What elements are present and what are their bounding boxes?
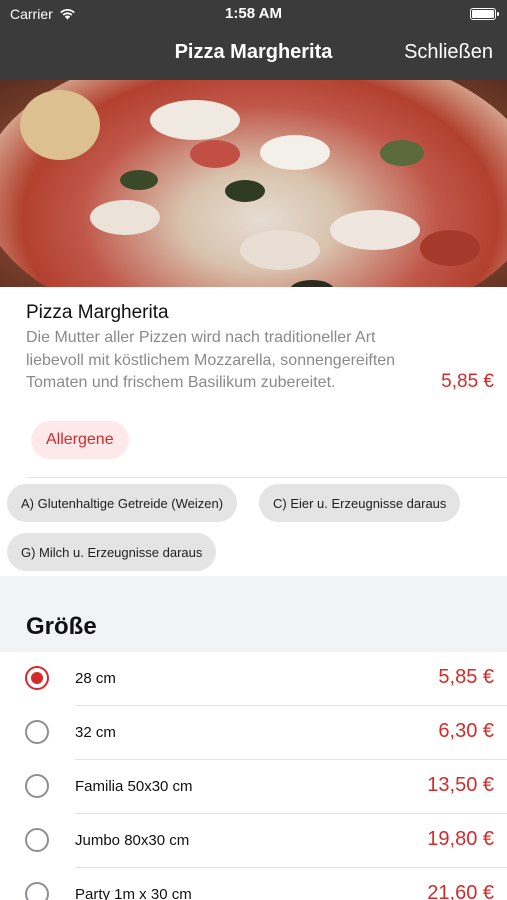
size-option-price: 19,80 €	[427, 828, 494, 850]
radio-icon[interactable]	[25, 828, 49, 852]
size-option-label: Familia 50x30 cm	[75, 778, 193, 795]
clock: 1:58 AM	[225, 5, 282, 22]
product-name: Pizza Margherita	[26, 302, 169, 323]
size-option-label: Jumbo 80x30 cm	[75, 832, 190, 849]
allergens-button[interactable]: Allergene	[31, 421, 129, 459]
size-option-label: 28 cm	[75, 670, 116, 687]
navigation-bar: Pizza Margherita Schließen	[0, 28, 507, 80]
allergen-chip: G) Milch u. Erzeugnisse daraus	[7, 533, 217, 571]
radio-icon[interactable]	[25, 774, 49, 798]
size-option-price: 6,30 €	[438, 720, 494, 742]
size-option-familia[interactable]: Familia 50x30 cm 13,50 €	[0, 760, 507, 814]
allergen-chip: C) Eier u. Erzeugnisse daraus	[259, 484, 461, 522]
size-option-price: 13,50 €	[427, 774, 494, 796]
product-image	[0, 80, 507, 287]
size-option-price: 5,85 €	[438, 666, 494, 688]
size-option-price: 21,60 €	[427, 882, 494, 900]
size-option-label: Party 1m x 30 cm	[75, 886, 192, 900]
status-bar: Carrier 1:58 AM	[0, 0, 507, 28]
size-section-title: Größe	[26, 613, 97, 640]
size-option-32cm[interactable]: 32 cm 6,30 €	[0, 706, 507, 760]
product-price: 5,85 €	[441, 371, 494, 392]
size-option-28cm[interactable]: 28 cm 5,85 €	[0, 652, 507, 706]
divider	[26, 477, 507, 478]
radio-icon[interactable]	[25, 720, 49, 744]
close-button[interactable]: Schließen	[404, 41, 493, 64]
size-option-label: 32 cm	[75, 724, 116, 741]
radio-selected-icon[interactable]	[25, 666, 49, 690]
product-description: Die Mutter aller Pizzen wird nach tradit…	[26, 329, 396, 391]
battery-icon	[470, 8, 499, 20]
allergen-chip: A) Glutenhaltige Getreide (Weizen)	[7, 484, 238, 522]
size-option-jumbo[interactable]: Jumbo 80x30 cm 19,80 €	[0, 814, 507, 868]
size-option-party[interactable]: Party 1m x 30 cm 21,60 €	[0, 868, 507, 900]
radio-icon[interactable]	[25, 882, 49, 900]
